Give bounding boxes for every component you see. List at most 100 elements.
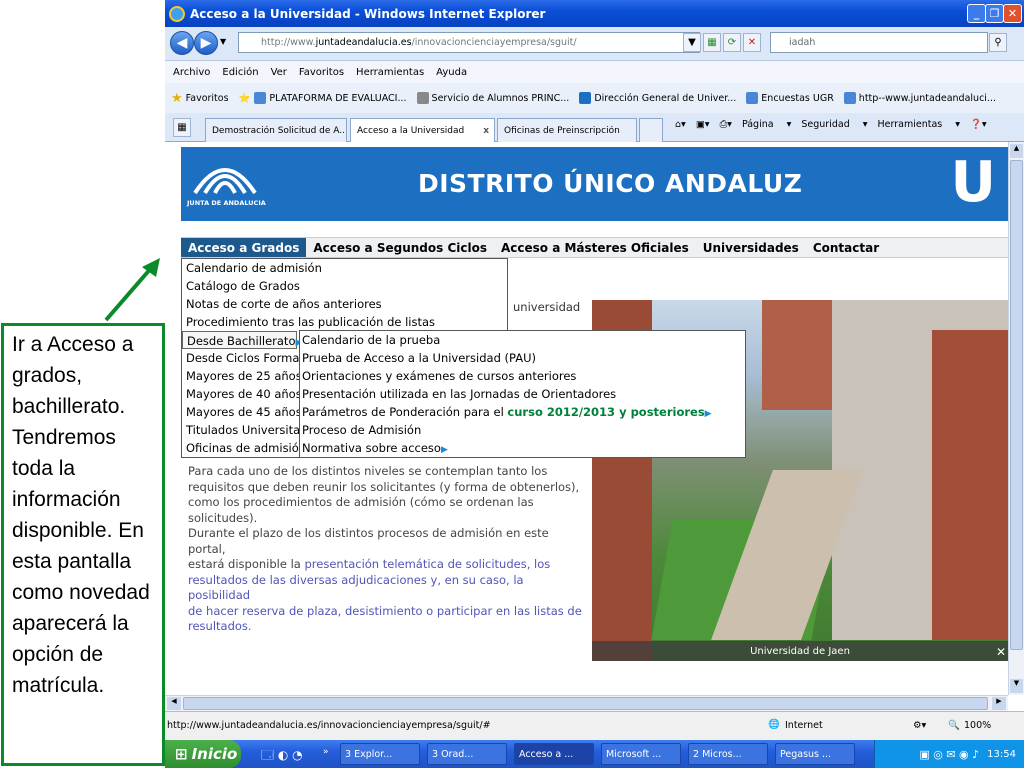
submenu-item[interactable]: Prueba de Acceso a la Universidad (PAU) — [300, 349, 745, 367]
minimize-button[interactable]: _ — [967, 4, 986, 23]
window-titlebar: Acceso a la Universidad - Windows Intern… — [165, 0, 1024, 27]
submenu-item[interactable]: Proceso de Admisión — [300, 421, 745, 439]
taskbar-item[interactable]: 2 Micros... — [688, 743, 768, 765]
hscroll-thumb[interactable] — [183, 697, 988, 710]
new-tab-button[interactable] — [639, 118, 663, 142]
submenu-item-ponderacion[interactable]: Parámetros de Ponderación para el curso … — [300, 403, 745, 421]
link-resultados[interactable]: resultados de las diversas adjudicacione… — [188, 573, 588, 604]
nav-masteres[interactable]: Acceso a Másteres Oficiales — [494, 238, 696, 257]
taskbar-item[interactable]: Microsoft ... — [601, 743, 681, 765]
link-resultados[interactable]: resultados. — [188, 619, 588, 635]
page-icon — [416, 92, 429, 104]
tray-icons[interactable]: ▣ ◎ ✉ ◉ ♪ — [919, 748, 979, 761]
nav-contactar[interactable]: Contactar — [806, 238, 886, 257]
favorite-item[interactable]: Encuestas UGR — [746, 92, 834, 104]
scroll-down-icon[interactable]: ▼ — [1010, 679, 1023, 693]
link-presentacion-telematica[interactable]: presentación telemática de solicitudes, … — [304, 557, 550, 571]
nav-segundos-ciclos[interactable]: Acceso a Segundos Ciclos — [306, 238, 494, 257]
site-banner: JUNTA DE ANDALUCIA DISTRITO ÚNICO ANDALU… — [181, 147, 1008, 221]
quicklaunch-more-icon[interactable]: » — [323, 747, 329, 757]
favorite-item[interactable]: Servicio de Alumnos PRINC... — [416, 92, 569, 104]
search-icon[interactable]: ⚲ — [989, 33, 1007, 52]
submenu-item[interactable]: Presentación utilizada en las Jornadas d… — [300, 385, 745, 403]
favorite-item[interactable]: PLATAFORMA DE EVALUACI... — [254, 92, 407, 104]
quicklaunch-icons[interactable]: 🗔 ◐ ◔ — [261, 746, 303, 767]
menu-edicion[interactable]: Edición — [222, 67, 258, 78]
back-icon[interactable]: ◀ — [170, 31, 194, 55]
help-icon[interactable]: ❓▾ — [970, 119, 987, 130]
close-button[interactable]: ✕ — [1003, 4, 1022, 23]
photo-caption: Universidad de Jaen — [592, 641, 1008, 661]
submenu-arrow-icon: ▶ — [704, 409, 712, 419]
favorite-item[interactable]: Dirección General de Univer... — [579, 92, 736, 104]
system-tray: ▣ ◎ ✉ ◉ ♪ 13:54 — [874, 740, 1024, 768]
address-path: /innovacioncienciayempresa/sguit/ — [411, 37, 577, 48]
star-icon: ★ — [171, 90, 183, 106]
scroll-up-icon[interactable]: ▲ — [1010, 144, 1023, 158]
taskbar-item[interactable]: Pegasus ... — [775, 743, 855, 765]
submenu-item-normativa[interactable]: Normativa sobre acceso▶ — [300, 439, 745, 457]
submenu-item[interactable]: Orientaciones y exámenes de cursos anter… — [300, 367, 745, 385]
maximize-button[interactable]: ❐ — [985, 4, 1004, 23]
menu-herramientas[interactable]: Herramientas — [356, 67, 424, 78]
compatibility-icon[interactable]: ▦ — [703, 33, 721, 52]
add-favorite-icon[interactable]: ⭐ — [239, 93, 251, 104]
start-button[interactable]: ⊞ Inicio — [165, 740, 241, 768]
page-menu[interactable]: Página ▾ — [742, 119, 791, 130]
stop-icon[interactable]: ✕ — [743, 33, 761, 52]
page-icon — [843, 92, 856, 104]
menu-item[interactable]: Catálogo de Grados — [182, 277, 507, 295]
history-dropdown-icon[interactable]: ▼ — [220, 37, 226, 46]
address-bar[interactable]: http://www. juntadeandalucia.es/innovacio… — [238, 32, 700, 53]
tab-oficinas[interactable]: Oficinas de Preinscripción — [497, 118, 637, 142]
home-icon[interactable]: ⌂▾ — [675, 119, 686, 130]
forward-icon[interactable]: ▶ — [194, 31, 218, 55]
tools-menu[interactable]: Herramientas ▾ — [878, 119, 961, 130]
window-title: Acceso a la Universidad - Windows Intern… — [190, 6, 546, 21]
vertical-scrollbar[interactable]: ▲ ▼ — [1008, 142, 1024, 695]
paragraph-2: Durante el plazo de los distintos proces… — [188, 526, 588, 635]
favorites-button[interactable]: ★ Favoritos — [171, 91, 229, 106]
refresh-icon[interactable]: ⟳ — [723, 33, 741, 52]
nav-universidades[interactable]: Universidades — [696, 238, 806, 257]
protected-mode-icon[interactable]: ⚙▾ — [913, 720, 926, 731]
menu-item[interactable]: Calendario de admisión — [182, 259, 507, 277]
u-logo-icon — [579, 92, 592, 104]
search-input[interactable]: iadah — [770, 32, 988, 53]
address-dropdown-icon[interactable]: ▼ — [683, 33, 701, 52]
menu-favoritos[interactable]: Favoritos — [299, 67, 344, 78]
zoom-icon[interactable]: 🔍 — [948, 720, 960, 731]
favorites-bar: ★ Favoritos ⭐ PLATAFORMA DE EVALUACI... S… — [165, 83, 1024, 113]
address-prefix: http://www. — [261, 37, 316, 48]
tab-acceso-universidad[interactable]: Acceso a la Universidad x — [350, 118, 495, 143]
menu-ayuda[interactable]: Ayuda — [436, 67, 467, 78]
scroll-right-icon[interactable]: ▶ — [992, 697, 1006, 710]
horizontal-scrollbar[interactable]: ◀ ▶ — [165, 695, 1008, 711]
menu-item[interactable]: Procedimiento tras las publicación de li… — [182, 313, 507, 331]
feeds-icon[interactable]: ▣▾ — [696, 119, 710, 130]
favorite-item[interactable]: http--www.juntadeandaluci... — [843, 92, 996, 104]
taskbar: ⊞ Inicio 🗔 ◐ ◔ » 3 Explor... 3 Orad... Ac… — [165, 740, 1024, 768]
scroll-left-icon[interactable]: ◀ — [167, 697, 181, 710]
tab-demostracion[interactable]: Demostración Solicitud de A... — [205, 118, 347, 142]
quick-tabs-icon[interactable]: ▦ — [173, 118, 191, 137]
submenu-item[interactable]: Calendario de la prueba — [300, 331, 745, 349]
nav-acceso-grados[interactable]: Acceso a Grados — [181, 238, 307, 257]
security-menu[interactable]: Seguridad ▾ — [801, 119, 867, 130]
taskbar-item[interactable]: 3 Explor... — [340, 743, 420, 765]
taskbar-item[interactable]: Acceso a ... — [514, 743, 594, 765]
print-icon[interactable]: ⎙▾ — [720, 119, 732, 130]
menu-archivo[interactable]: Archivo — [173, 67, 210, 78]
link-resultados[interactable]: de hacer reserva de plaza, desistimiento… — [188, 604, 588, 620]
taskbar-item[interactable]: 3 Orad... — [427, 743, 507, 765]
status-url: http://www.juntadeandalucia.es/innovacio… — [167, 720, 491, 731]
status-zoom[interactable]: 100% — [964, 720, 991, 731]
close-tab-icon[interactable]: x — [483, 126, 489, 136]
left-margin: Ir a Acceso a grados, bachillerato. Tend… — [0, 0, 165, 768]
address-toolbar: ◀ ▶ ▼ http://www. juntadeandalucia.es/inn… — [165, 27, 1024, 61]
menu-ver[interactable]: Ver — [271, 67, 287, 78]
menu-item[interactable]: Notas de corte de años anteriores — [182, 295, 507, 313]
scroll-thumb[interactable] — [1010, 160, 1023, 650]
close-icon[interactable]: ✕ — [996, 645, 1006, 659]
menu-item-desde-bachillerato[interactable]: Desde Bachillerato▶ — [182, 331, 302, 349]
